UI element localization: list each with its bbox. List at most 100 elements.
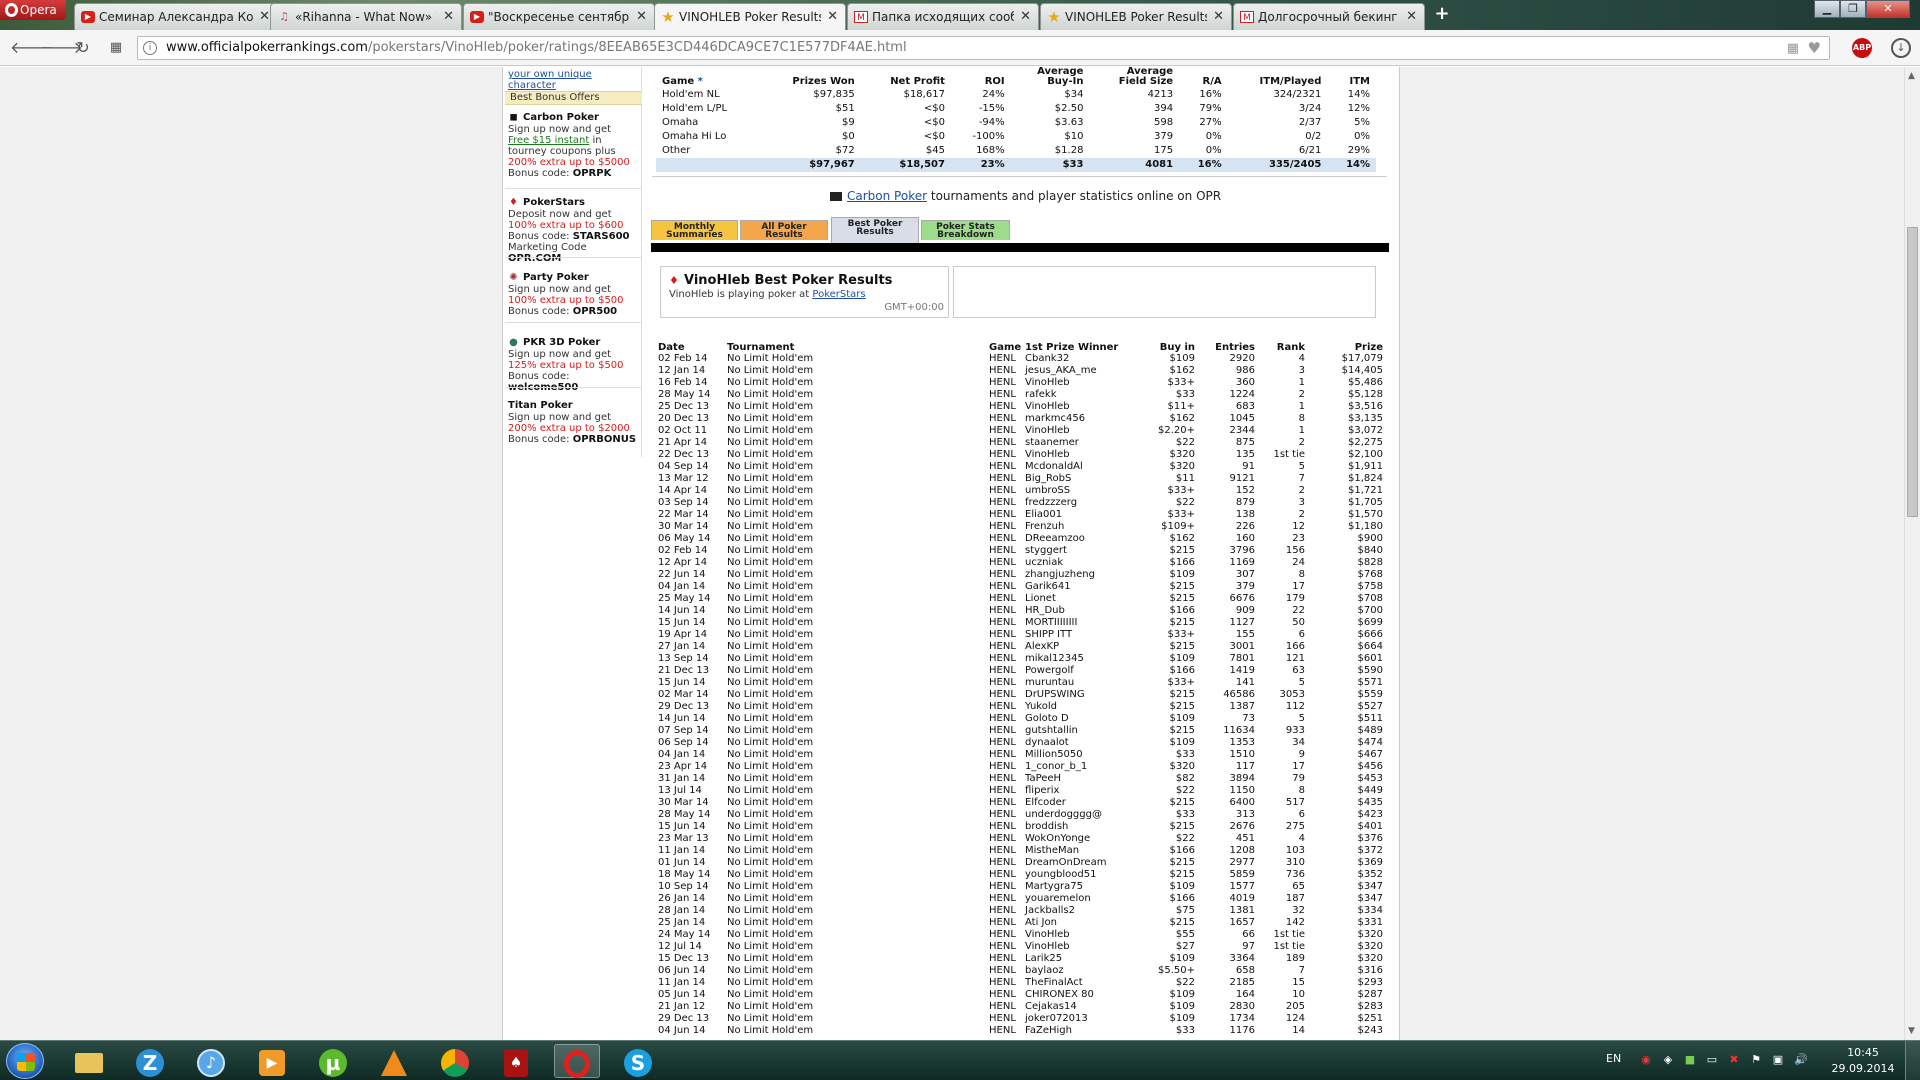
table-row[interactable]: 22 Jun 14 No Limit Hold'em HENL zhangjuzhen… xyxy=(657,569,1383,581)
tray-monitor-icon[interactable]: ▣ xyxy=(1772,1054,1784,1066)
table-row[interactable]: 15 Dec 13 No Limit Hold'em HENL Larik25 $109… xyxy=(657,953,1383,965)
zona-icon[interactable]: Z xyxy=(127,1044,173,1078)
table-row[interactable]: 02 Oct 11 No Limit Hold'em HENL VinoHleb $2.… xyxy=(657,425,1383,437)
browser-tab[interactable]: ♫ «Rihanna - What Now» 72 ✕ xyxy=(270,3,462,30)
scrollbar-thumb[interactable] xyxy=(1907,227,1918,517)
table-row[interactable]: 22 Mar 14 No Limit Hold'em HENL Elia001 $33+… xyxy=(657,509,1383,521)
tray-security-icon[interactable]: ✖ xyxy=(1728,1054,1740,1066)
table-row[interactable]: 04 Jun 14 No Limit Hold'em HENL FaZeHigh $33… xyxy=(657,1025,1383,1037)
show-desktop-button[interactable] xyxy=(1905,1041,1920,1080)
offer-name[interactable]: Titan Poker xyxy=(508,400,638,411)
speed-dial-grid-icon[interactable]: ▦ xyxy=(106,38,126,58)
pokerstars-app-icon[interactable]: ♠ xyxy=(493,1044,539,1078)
results-header-prize[interactable]: Prize xyxy=(1305,342,1383,353)
carbon-poker-link[interactable]: Carbon Poker xyxy=(847,189,927,203)
tray-network-icon[interactable]: ◈ xyxy=(1662,1054,1674,1066)
table-row[interactable]: 10 Sep 14 No Limit Hold'em HENL Martygra75 $… xyxy=(657,881,1383,893)
table-row[interactable]: 02 Feb 14 No Limit Hold'em HENL Cbank32 $109… xyxy=(657,353,1383,365)
table-row[interactable]: 14 Jun 14 No Limit Hold'em HENL HR_Dub $166 9… xyxy=(657,605,1383,617)
table-row[interactable]: 25 Jan 14 No Limit Hold'em HENL Ati Jon $215… xyxy=(657,917,1383,929)
table-row[interactable]: 06 May 14 No Limit Hold'em HENL DReeamzoo $1… xyxy=(657,533,1383,545)
tab-close-icon[interactable]: ✕ xyxy=(1020,4,1031,30)
new-tab-button[interactable]: + xyxy=(1432,4,1452,24)
tab-close-icon[interactable]: ✕ xyxy=(443,4,454,30)
tray-drive-icon[interactable]: ▭ xyxy=(1706,1054,1718,1066)
tab-close-icon[interactable]: ✕ xyxy=(636,4,647,30)
table-row[interactable]: 04 Sep 14 No Limit Hold'em HENL McdonaldAl $… xyxy=(657,461,1383,473)
tab-close-icon[interactable]: ✕ xyxy=(827,4,838,30)
rss-grid-icon[interactable]: ▦ xyxy=(1787,41,1799,56)
table-row[interactable]: 12 Jan 14 No Limit Hold'em HENL jesus_AKA_m… xyxy=(657,365,1383,377)
table-row[interactable]: 26 Jan 14 No Limit Hold'em HENL youaremelon… xyxy=(657,893,1383,905)
tab-close-icon[interactable]: ✕ xyxy=(259,4,270,30)
browser-tab[interactable]: M Долгосрочный бекинг (Г ✕ xyxy=(1233,3,1425,30)
offer-name[interactable]: ● PKR 3D Poker xyxy=(508,337,638,348)
scroll-up-arrow-icon[interactable]: ▲ xyxy=(1908,71,1915,81)
table-row[interactable]: 02 Feb 14 No Limit Hold'em HENL styggert $21… xyxy=(657,545,1383,557)
offer-pokerstars[interactable]: ♦ PokerStars Deposit now and get 100% ext… xyxy=(508,197,638,264)
table-row[interactable]: 28 Jan 14 No Limit Hold'em HENL Jackballs2 $… xyxy=(657,905,1383,917)
page-info-icon[interactable]: i xyxy=(143,41,157,55)
table-row[interactable]: 30 Mar 14 No Limit Hold'em HENL Elfcoder $21… xyxy=(657,797,1383,809)
browser-tab-active[interactable]: ★ VINOHLEB Poker Results a ✕ xyxy=(654,3,846,31)
table-row[interactable]: 30 Mar 14 No Limit Hold'em HENL Frenzuh $109… xyxy=(657,521,1383,533)
results-header-date[interactable]: Date xyxy=(657,342,727,353)
table-row[interactable]: 22 Dec 13 No Limit Hold'em HENL VinoHleb $32… xyxy=(657,449,1383,461)
scroll-down-arrow-icon[interactable]: ▼ xyxy=(1908,1026,1915,1036)
offer-pkr-3d-poker[interactable]: ● PKR 3D Poker Sign up now and get 125% e… xyxy=(508,337,638,393)
table-row[interactable]: 12 Apr 14 No Limit Hold'em HENL uczniak $166… xyxy=(657,557,1383,569)
table-row[interactable]: 16 Feb 14 No Limit Hold'em HENL VinoHleb $33… xyxy=(657,377,1383,389)
table-row[interactable]: 06 Jun 14 No Limit Hold'em HENL baylaoz $5.5… xyxy=(657,965,1383,977)
browser-tab[interactable]: M Папка исходящих сообщ ✕ xyxy=(847,3,1039,30)
table-row[interactable]: 12 Jul 14 No Limit Hold'em HENL VinoHleb $27… xyxy=(657,941,1383,953)
offer-free-link[interactable]: Free $15 instant xyxy=(508,135,589,146)
offer-party-poker[interactable]: ✺ Party Poker Sign up now and get 100% ex… xyxy=(508,272,638,317)
offer-name[interactable]: ♦ PokerStars xyxy=(508,197,638,208)
table-row[interactable]: 20 Dec 13 No Limit Hold'em HENL markmc456 $1… xyxy=(657,413,1383,425)
browser-tab[interactable]: ★ VINOHLEB Poker Results a ✕ xyxy=(1040,3,1232,30)
offer-name[interactable]: ◼ Carbon Poker xyxy=(508,112,638,123)
table-row[interactable]: 11 Jan 14 No Limit Hold'em HENL TheFinalAct… xyxy=(657,977,1383,989)
tray-volume-icon[interactable]: 🔊 xyxy=(1794,1054,1808,1066)
table-row[interactable]: 25 May 14 No Limit Hold'em HENL Lionet $215 6… xyxy=(657,593,1383,605)
offer-name[interactable]: ✺ Party Poker xyxy=(508,272,638,283)
table-row[interactable]: 01 Jun 14 No Limit Hold'em HENL DreamOnDrea… xyxy=(657,857,1383,869)
table-row[interactable]: 07 Sep 14 No Limit Hold'em HENL gutshtallin… xyxy=(657,725,1383,737)
tray-app-icon[interactable]: ◉ xyxy=(1640,1054,1652,1066)
vlc-icon[interactable] xyxy=(371,1044,417,1078)
table-row[interactable]: 21 Dec 13 No Limit Hold'em HENL Powergolf $1… xyxy=(657,665,1383,677)
download-icon[interactable]: ↓ xyxy=(1891,38,1911,58)
table-row[interactable]: 04 Jan 14 No Limit Hold'em HENL Garik641 $21… xyxy=(657,581,1383,593)
tab-best-poker-results[interactable]: Best Poker Results xyxy=(831,217,919,243)
back-button[interactable]: 🡐 xyxy=(10,38,53,58)
offer-carbon-poker[interactable]: ◼ Carbon Poker Sign up now and get Free $… xyxy=(508,112,638,179)
table-row[interactable]: 04 Jan 14 No Limit Hold'em HENL Million5050… xyxy=(657,749,1383,761)
skype-icon[interactable]: S xyxy=(615,1044,661,1078)
summary-header-game[interactable]: Game * xyxy=(656,77,760,88)
results-header-rank[interactable]: Rank xyxy=(1255,342,1305,353)
table-row[interactable]: 29 Dec 13 No Limit Hold'em HENL Yukold $215 1… xyxy=(657,701,1383,713)
browser-tab[interactable]: ▶ "Воскресенье сентября ✕ xyxy=(463,3,655,30)
table-row[interactable]: 13 Jul 14 No Limit Hold'em HENL fliperix $22… xyxy=(657,785,1383,797)
table-row[interactable]: 19 Apr 14 No Limit Hold'em HENL SHIPP ITT $3… xyxy=(657,629,1383,641)
sidebar-top-link[interactable]: your own unique character xyxy=(508,69,641,91)
input-language-indicator[interactable]: EN xyxy=(1606,1052,1621,1065)
tray-flag-icon[interactable]: ⚑ xyxy=(1750,1054,1762,1066)
table-row[interactable]: 06 Sep 14 No Limit Hold'em HENL dynaalot $10… xyxy=(657,737,1383,749)
offer-titan-poker[interactable]: Titan Poker Sign up now and get 200% ext… xyxy=(508,400,638,445)
table-row[interactable]: 21 Apr 14 No Limit Hold'em HENL staanemer $2… xyxy=(657,437,1383,449)
opera-menu-button[interactable]: Opera xyxy=(0,0,66,20)
minimize-button[interactable]: ▁ xyxy=(1814,0,1840,18)
clock-time[interactable]: 10:45 xyxy=(1828,1046,1898,1059)
table-row[interactable]: 13 Mar 12 No Limit Hold'em HENL Big_RobS $11… xyxy=(657,473,1383,485)
table-row[interactable]: 21 Jan 12 No Limit Hold'em HENL Cejakas14 $1… xyxy=(657,1001,1383,1013)
pokerstars-link[interactable]: PokerStars xyxy=(812,289,865,300)
table-row[interactable]: 15 Jun 14 No Limit Hold'em HENL broddish $21… xyxy=(657,821,1383,833)
adblock-plus-icon[interactable]: ABP xyxy=(1852,38,1872,58)
table-row[interactable]: 03 Sep 14 No Limit Hold'em HENL fredzzzerg $… xyxy=(657,497,1383,509)
tab-close-icon[interactable]: ✕ xyxy=(1213,4,1224,30)
table-row[interactable]: 24 May 14 No Limit Hold'em HENL VinoHleb $55… xyxy=(657,929,1383,941)
table-row[interactable]: 14 Jun 14 No Limit Hold'em HENL Goloto D $10… xyxy=(657,713,1383,725)
table-row[interactable]: 28 May 14 No Limit Hold'em HENL rafekk $33 12… xyxy=(657,389,1383,401)
address-bar[interactable]: i www.officialpokerrankings.com/pokersta… xyxy=(137,36,1830,60)
